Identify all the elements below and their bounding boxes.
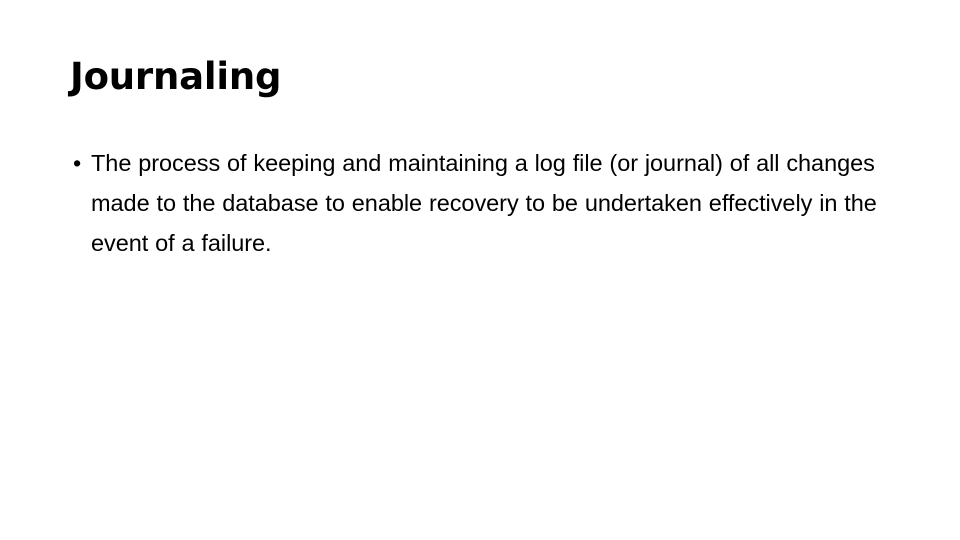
bullet-point-icon: •	[73, 150, 82, 176]
slide-body: • The process of keeping and maintaining…	[62, 143, 892, 263]
page-title: Journaling	[70, 55, 282, 98]
list-item: • The process of keeping and maintaining…	[62, 143, 892, 263]
list-item-text: The process of keeping and maintaining a…	[91, 150, 877, 256]
bullet-list: • The process of keeping and maintaining…	[62, 143, 892, 263]
slide-canvas: Journaling • The process of keeping and …	[0, 0, 960, 540]
